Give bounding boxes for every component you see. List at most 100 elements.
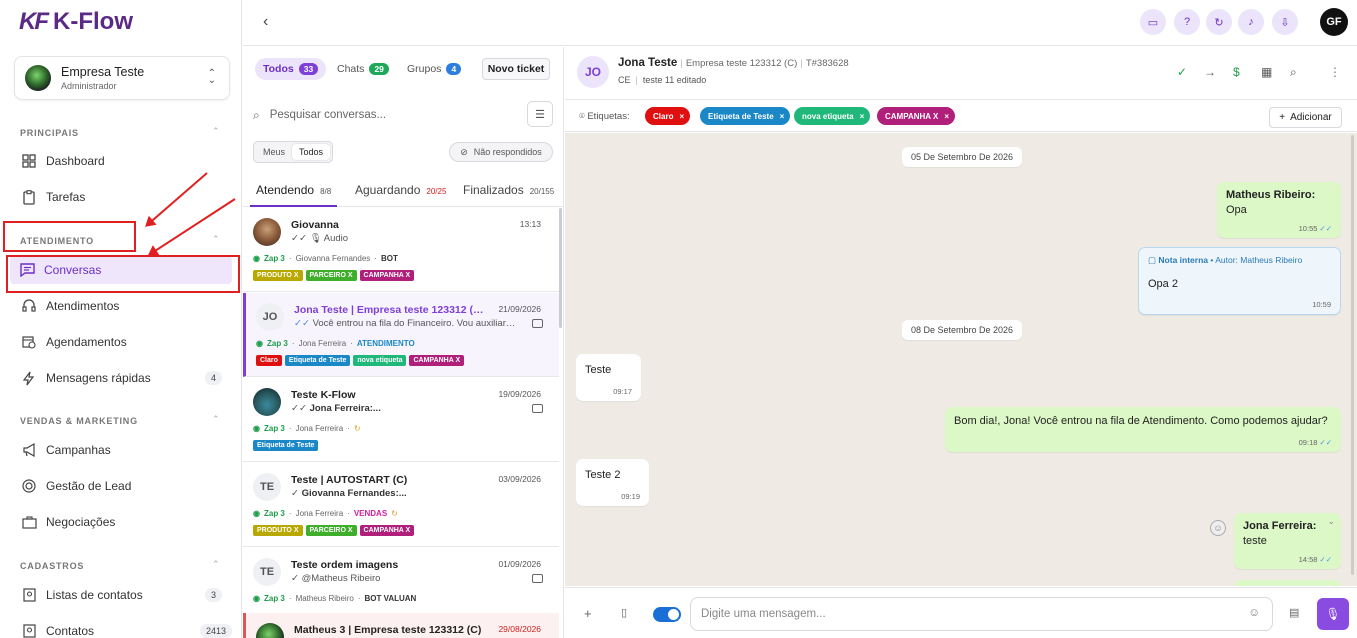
message-outgoing[interactable]: Matheus Ribeiro: Opa 10:55 ✓✓: [1217, 182, 1341, 238]
company-role: Administrador: [61, 81, 117, 91]
chevron-up-icon[interactable]: ⌃: [212, 414, 220, 425]
sidebar-item-label: Listas de contatos: [46, 588, 143, 602]
signature-toggle[interactable]: [653, 607, 681, 622]
chat-bubble-icon[interactable]: [532, 574, 543, 583]
ownership-toggle[interactable]: Meus Todos: [253, 141, 334, 163]
tab-finalizados[interactable]: Finalizados 20/155: [463, 183, 554, 197]
conversation-name: Jona Teste | Empresa teste 123312 (C): [294, 304, 484, 316]
chevron-up-icon[interactable]: ⌃: [212, 126, 220, 137]
company-name: Empresa Teste: [61, 65, 145, 79]
tab-aguardando[interactable]: Aguardando 20/25: [355, 183, 446, 197]
transfer-arrow-icon[interactable]: →: [1204, 65, 1216, 79]
sidebar-item-atendimentos[interactable]: Atendimentos: [20, 292, 119, 320]
message-incoming[interactable]: Teste 09:17: [576, 354, 641, 401]
sidebar: KF K-Flow Empresa Teste Administrador ⌃ ⌄…: [0, 0, 242, 638]
conversation-list-panel: Todos 33 Chats 29 Grupos 4 Novo ticket ⌕ Pe…: [243, 47, 564, 638]
chat-bubble-icon[interactable]: [532, 404, 543, 413]
chat-scrollbar[interactable]: [1351, 135, 1354, 575]
conversation-item[interactable]: TE Teste | AUTOSTART (C) 03/09/2026 ✓ Gi…: [243, 463, 559, 547]
filter-settings-icon[interactable]: ☰: [527, 101, 553, 127]
close-icon: ×: [859, 111, 865, 121]
count-badge: 33: [298, 63, 319, 75]
add-tag-button[interactable]: + Adicionar: [1269, 107, 1342, 128]
app-root: KF K-Flow Empresa Teste Administrador ⌃ ⌄…: [0, 0, 1357, 638]
user-avatar[interactable]: GF: [1320, 8, 1348, 36]
help-icon[interactable]: ?: [1174, 9, 1200, 35]
more-vertical-icon[interactable]: ⋮: [1329, 65, 1341, 79]
download-cloud-icon[interactable]: ⇩: [1272, 9, 1298, 35]
tab-atendendo[interactable]: Atendendo 8/8: [249, 183, 338, 207]
conversation-item[interactable]: Teste K-Flow 19/09/2026 ✓✓ Jona Ferreira…: [243, 378, 559, 462]
message-outgoing[interactable]: Bom dia!, Jona! Você entrou na fila de A…: [945, 407, 1341, 452]
chevron-down-icon[interactable]: ⌄: [1327, 516, 1335, 527]
megaphone-icon: [20, 441, 38, 459]
segment-meus[interactable]: Meus: [256, 144, 292, 160]
chevron-left-icon[interactable]: ‹: [263, 13, 268, 31]
search-input[interactable]: ⌕ Pesquisar conversas...: [253, 101, 523, 129]
message-outgoing[interactable]: [1234, 580, 1341, 586]
chat-tag[interactable]: Etiqueta de Teste ×: [700, 107, 791, 125]
count-badge: 4: [205, 371, 223, 385]
emoji-icon[interactable]: ☺: [1248, 607, 1260, 619]
search-icon[interactable]: ⌕: [1290, 65, 1297, 80]
annotation-box-conversas: [6, 255, 240, 293]
resolve-check-icon[interactable]: ✓: [1177, 65, 1187, 79]
sidebar-item-agendamentos[interactable]: Agendamentos: [20, 328, 127, 356]
bell-icon[interactable]: ♪: [1238, 9, 1264, 35]
segment-todos[interactable]: Todos: [292, 144, 331, 160]
conversation-item[interactable]: TE Teste ordem imagens 01/09/2026 ✓ @Mat…: [243, 548, 559, 614]
chevron-up-icon[interactable]: ⌃: [212, 559, 220, 570]
annotation-arrow: [145, 172, 208, 227]
conversation-item[interactable]: Giovanna 13:13 ✓✓ 🎙 Audio ◉ Zap 3 · Giova…: [243, 208, 559, 292]
message-incoming[interactable]: Teste 2 09:19: [576, 459, 649, 506]
chat-tag[interactable]: CAMPANHA X ×: [877, 107, 956, 125]
conversation-item[interactable]: Matheus 3 | Empresa teste 123312 (C) 29/…: [243, 613, 559, 638]
tag-list: Claro Etiqueta de Teste nova etiqueta CA…: [256, 355, 465, 366]
lightning-icon: [20, 369, 38, 387]
sidebar-item-gestao-lead[interactable]: Gestão de Lead: [20, 472, 131, 500]
chat-tag[interactable]: Claro ×: [645, 107, 691, 125]
chevron-up-icon[interactable]: ⌃: [212, 234, 220, 245]
section-principais-label: PRINCIPAIS: [20, 128, 79, 138]
sidebar-item-negociacoes[interactable]: Negociações: [20, 508, 115, 536]
calendar-icon[interactable]: ▦: [1261, 65, 1272, 79]
chat-bubble-icon[interactable]: [532, 319, 543, 328]
message-outgoing[interactable]: Jona Ferreira: teste 14:58 ✓✓ ⌄: [1234, 513, 1341, 569]
whatsapp-icon: ◉: [253, 509, 260, 518]
sidebar-item-campanhas[interactable]: Campanhas: [20, 436, 111, 464]
new-ticket-button[interactable]: Novo ticket: [482, 58, 550, 80]
unanswered-filter-button[interactable]: ⊘ Não respondidos: [449, 142, 553, 162]
microphone-button[interactable]: 🎙: [1317, 598, 1349, 630]
conversation-preview: ✓✓ 🎙 Audio: [291, 233, 349, 244]
dollar-icon[interactable]: $: [1233, 65, 1240, 79]
count-badge: 3: [205, 588, 223, 602]
sidebar-item-dashboard[interactable]: Dashboard: [20, 147, 105, 175]
message-input[interactable]: Digite uma mensagem... ☺: [690, 597, 1273, 631]
conversation-name: Teste | AUTOSTART (C): [291, 474, 408, 486]
sidebar-item-label: Contatos: [46, 624, 95, 638]
chat-tag[interactable]: nova etiqueta ×: [794, 107, 871, 125]
emoji-react-icon[interactable]: ☺: [1210, 520, 1226, 536]
attach-file-icon[interactable]: ▤: [1289, 606, 1299, 619]
internal-note[interactable]: ▢ Nota interna • Autor: Matheus Ribeiro …: [1138, 247, 1341, 315]
sidebar-item-label: Gestão de Lead: [46, 479, 132, 493]
document-icon[interactable]: ▯: [621, 606, 627, 619]
filter-tab-grupos[interactable]: Grupos 4: [399, 58, 469, 80]
sidebar-item-tarefas[interactable]: Tarefas: [20, 183, 85, 211]
sidebar-item-contatos[interactable]: Contatos 2413: [20, 617, 233, 638]
filter-tab-chats[interactable]: Chats 29: [329, 58, 397, 80]
filter-tab-todos[interactable]: Todos 33: [255, 58, 327, 80]
conversation-meta: ◉ Zap 3 · Jona Ferreira · VENDAS ↻: [253, 509, 398, 518]
count-badge: 29: [369, 63, 389, 75]
chat-header: JO Jona Teste | Empresa teste 123312 (C)…: [565, 47, 1357, 100]
sidebar-item-listas-contatos[interactable]: Listas de contatos 3: [20, 581, 230, 609]
chats-icon[interactable]: ▭: [1140, 9, 1166, 35]
list-scrollbar[interactable]: [559, 208, 562, 328]
conversation-item-selected[interactable]: JO Jona Teste | Empresa teste 123312 (C)…: [243, 293, 559, 377]
company-selector[interactable]: Empresa Teste Administrador ⌃ ⌄: [14, 56, 230, 100]
sidebar-item-mensagens-rapidas[interactable]: Mensagens rápidas 4: [20, 364, 230, 392]
contact-avatar[interactable]: JO: [577, 56, 609, 88]
refresh-icon[interactable]: ↻: [1206, 9, 1232, 35]
plus-icon[interactable]: +: [584, 606, 592, 621]
app-logo[interactable]: KF K-Flow: [19, 8, 133, 36]
